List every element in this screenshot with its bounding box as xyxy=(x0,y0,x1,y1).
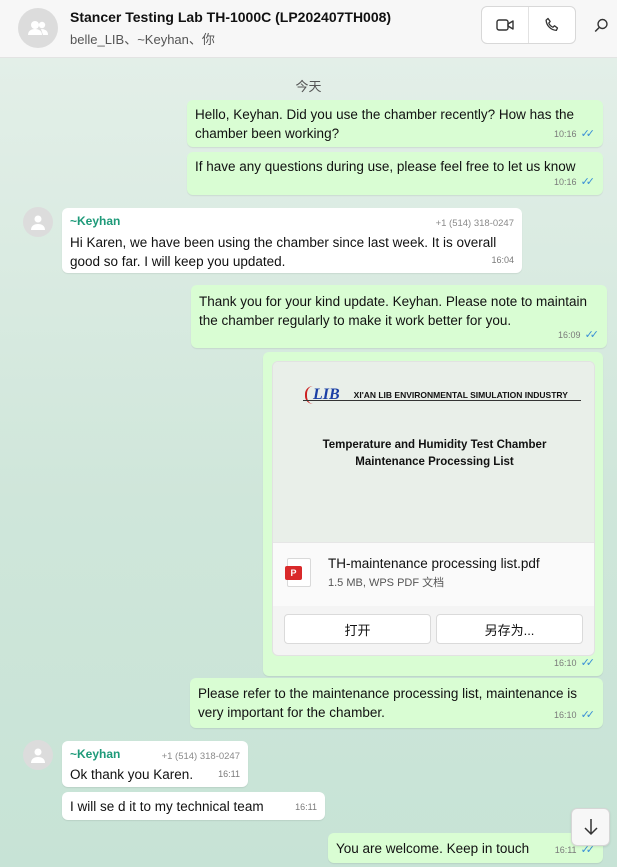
sender-avatar[interactable] xyxy=(23,207,53,237)
outgoing-message[interactable]: Please refer to the maintenance processi… xyxy=(190,678,603,728)
lib-logo: LIB xyxy=(305,386,344,404)
read-receipt-icon: ✓✓ xyxy=(580,709,596,721)
file-size: 1.5 MB, WPS PDF 文档 xyxy=(328,577,445,589)
group-avatar[interactable] xyxy=(18,8,58,48)
message-time: 16:04 xyxy=(491,255,514,265)
sender-phone: +1 (514) 318-0247 xyxy=(161,751,240,762)
video-call-icon xyxy=(496,19,514,31)
message-text: Please refer to the maintenance processi… xyxy=(198,686,577,720)
message-time: 16:10 xyxy=(554,710,577,720)
incoming-message[interactable]: ~Keyhan +1 (514) 318-0247 Ok thank you K… xyxy=(62,741,248,787)
read-receipt-icon: ✓✓ xyxy=(580,176,596,188)
outgoing-message[interactable]: You are welcome. Keep in touch 16:11 ✓✓ xyxy=(328,833,603,863)
document-title-line: Temperature and Humidity Test Chamber xyxy=(322,439,547,451)
message-text: Hello, Keyhan. Did you use the chamber r… xyxy=(195,107,574,141)
person-icon xyxy=(31,748,45,763)
outgoing-message[interactable]: If have any questions during use, please… xyxy=(187,152,603,195)
person-icon xyxy=(31,215,45,230)
document-title-line: Maintenance Processing List xyxy=(355,456,514,468)
document-brand: LIB XI'AN LIB ENVIRONMENTAL SIMULATION I… xyxy=(305,386,568,404)
incoming-message[interactable]: I will se d it to my technical team 16:1… xyxy=(62,792,325,820)
open-file-button[interactable]: 打开 xyxy=(284,614,431,644)
header-rule xyxy=(303,400,581,401)
pdf-file-icon: P xyxy=(285,558,311,587)
company-name: XI'AN LIB ENVIRONMENTAL SIMULATION INDUS… xyxy=(353,390,568,400)
message-text: Thank you for your kind update. Keyhan. … xyxy=(199,294,587,328)
scroll-to-bottom-button[interactable] xyxy=(571,808,610,846)
search-button[interactable] xyxy=(590,14,612,36)
document-preview[interactable]: LIB XI'AN LIB ENVIRONMENTAL SIMULATION I… xyxy=(273,362,594,542)
call-buttons xyxy=(481,6,576,44)
read-receipt-icon: ✓✓ xyxy=(580,128,596,140)
file-name: TH-maintenance processing list.pdf xyxy=(328,556,540,571)
date-separator: 今天 xyxy=(295,79,322,94)
file-info[interactable]: P TH-maintenance processing list.pdf 1.5… xyxy=(273,542,594,606)
message-list[interactable]: 今天 Hello, Keyhan. Did you use the chambe… xyxy=(0,58,617,867)
outgoing-message[interactable]: Thank you for your kind update. Keyhan. … xyxy=(191,285,607,348)
outgoing-message[interactable]: Hello, Keyhan. Did you use the chamber r… xyxy=(187,100,603,147)
voice-call-button[interactable] xyxy=(529,7,575,43)
sender-avatar[interactable] xyxy=(23,740,53,770)
group-icon xyxy=(28,21,48,35)
message-time: 16:11 xyxy=(295,802,317,812)
arrow-down-icon xyxy=(583,819,598,836)
message-time: 10:16 xyxy=(554,177,577,187)
message-text: I will se d it to my technical team xyxy=(70,799,264,814)
file-attachment-card[interactable]: LIB XI'AN LIB ENVIRONMENTAL SIMULATION I… xyxy=(272,361,595,656)
message-time: 16:09 xyxy=(558,330,581,340)
message-time: 16:10 xyxy=(554,658,577,668)
message-text: Hi Karen, we have been using the chamber… xyxy=(70,235,497,269)
chat-title[interactable]: Stancer Testing Lab TH-1000C (LP202407TH… xyxy=(70,9,391,25)
search-icon xyxy=(594,18,608,32)
incoming-message[interactable]: ~Keyhan +1 (514) 318-0247 Hi Karen, we h… xyxy=(62,208,522,273)
message-time: 16:11 xyxy=(218,769,240,779)
chat-header: Stancer Testing Lab TH-1000C (LP202407TH… xyxy=(0,0,617,58)
read-receipt-icon: ✓✓ xyxy=(580,657,596,669)
voice-call-icon xyxy=(545,17,559,32)
message-time: 10:16 xyxy=(554,129,577,139)
save-as-button[interactable]: 另存为... xyxy=(436,614,583,644)
chat-participants[interactable]: belle_LIB、~Keyhan、你 xyxy=(70,29,215,48)
document-title: Temperature and Humidity Test Chamber Ma… xyxy=(273,437,594,471)
message-text: If have any questions during use, please… xyxy=(195,159,576,174)
sender-phone: +1 (514) 318-0247 xyxy=(435,218,514,229)
video-call-button[interactable] xyxy=(482,7,529,43)
read-receipt-icon: ✓✓ xyxy=(584,329,600,341)
